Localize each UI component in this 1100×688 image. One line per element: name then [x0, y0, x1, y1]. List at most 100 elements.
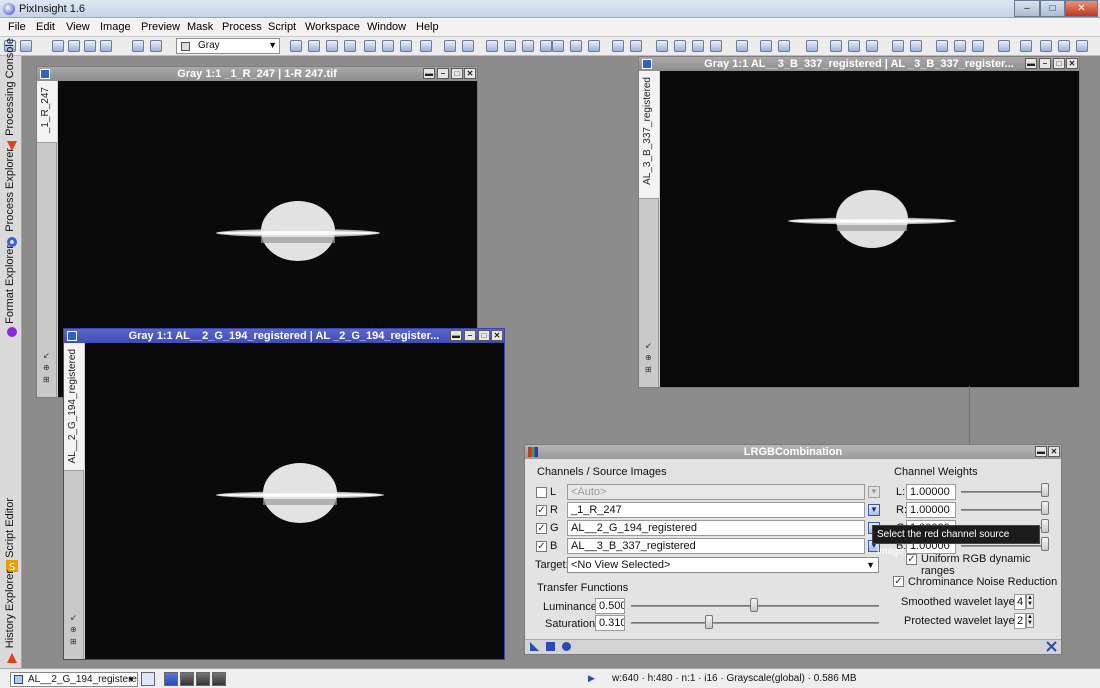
process-9-icon[interactable] [936, 40, 948, 52]
display-last-icon[interactable] [1076, 40, 1088, 52]
channel-r-source[interactable]: _1_R_247 [567, 502, 865, 518]
menu-window[interactable]: Window [367, 21, 406, 33]
maximize-button[interactable]: □ [451, 68, 463, 79]
menu-workspace[interactable]: Workspace [305, 21, 360, 33]
zoom-out-icon[interactable] [462, 40, 474, 52]
image-canvas-g[interactable] [85, 343, 504, 659]
channel-b-source[interactable]: AL__3_B_337_registered [567, 538, 865, 554]
weight-r-handle[interactable] [1041, 501, 1049, 515]
channel-1-icon[interactable] [656, 40, 668, 52]
active-view-combo[interactable]: AL__2_G_194_registered ▼ [10, 672, 138, 687]
sidebar-tab-processing-console[interactable]: Processing Console [1, 38, 21, 156]
zoom-4-icon[interactable] [540, 40, 552, 52]
minimize-button[interactable]: – [464, 330, 476, 341]
new-instance-icon[interactable] [529, 641, 540, 655]
channel-3-icon[interactable] [692, 40, 704, 52]
apply-icon[interactable] [545, 641, 556, 655]
channel-r-select-button[interactable]: ▼ [868, 504, 880, 516]
lrgb-titlebar[interactable]: LRGBCombination ▬ ✕ [525, 445, 1061, 459]
image-canvas-b[interactable] [660, 71, 1079, 387]
view-tab-b[interactable]: AL_3_B_337_registered ↙ ⊕ ⊞ [639, 71, 659, 387]
undo-icon[interactable] [84, 40, 96, 52]
image-window-b-titlebar[interactable]: Gray 1:1 AL__3_B_337_registered | AL _3_… [639, 57, 1079, 71]
shade-button[interactable]: ▬ [1025, 58, 1037, 69]
maximize-button[interactable]: □ [478, 330, 490, 341]
uniform-rgb-checkbox[interactable]: ✓ [906, 554, 917, 565]
shade-button[interactable]: ▬ [450, 330, 462, 341]
view-tab-r[interactable]: _1_R_247 ↙ ⊕ ⊞ [37, 81, 57, 397]
image-window-g-titlebar[interactable]: Gray 1:1 AL__2_G_194_registered | AL _2_… [64, 329, 504, 343]
redo-icon[interactable] [100, 40, 112, 52]
smoothed-layers-spinner[interactable]: ▲ ▼ [1026, 594, 1034, 609]
window-maximize-button[interactable]: □ [1040, 0, 1065, 17]
saturation-slider[interactable] [631, 622, 879, 624]
process-8-icon[interactable] [910, 40, 922, 52]
menu-view[interactable]: View [66, 21, 90, 33]
saturation-slider-handle[interactable] [705, 615, 713, 629]
zoom-in-icon[interactable] [444, 40, 456, 52]
color-mode-combo[interactable]: Gray ▼ [176, 38, 280, 54]
process-10-icon[interactable] [954, 40, 966, 52]
channel-l-select-button[interactable]: ▼ [868, 486, 880, 498]
weight-b-handle[interactable] [1041, 537, 1049, 551]
weight-l-input[interactable]: 1.00000 [906, 484, 956, 500]
sidebar-tab-format-explorer[interactable]: Format Explorer [1, 245, 21, 342]
window-close-button[interactable]: ✕ [1065, 0, 1098, 17]
apply-global-icon[interactable] [561, 641, 572, 655]
protected-layers-input[interactable]: 2 [1014, 613, 1026, 629]
shade-button[interactable]: ▬ [423, 68, 435, 79]
menu-process[interactable]: Process [222, 21, 262, 33]
maximize-button[interactable]: □ [1053, 58, 1065, 69]
display-mode-4-icon[interactable] [212, 672, 226, 686]
display-rgb-icon[interactable] [998, 40, 1010, 52]
edit-preview-icon[interactable] [400, 40, 412, 52]
chrominance-nr-checkbox[interactable]: ✓ [893, 576, 904, 587]
process-4-icon[interactable] [830, 40, 842, 52]
display-mode-2-icon[interactable] [180, 672, 194, 686]
target-combo[interactable]: <No View Selected> ▼ [567, 557, 879, 573]
luminance-input[interactable]: 0.500 [595, 598, 625, 614]
menu-edit[interactable]: Edit [36, 21, 55, 33]
open-file-icon[interactable] [20, 40, 32, 52]
weight-b-slider[interactable] [961, 545, 1049, 547]
preview-1-icon[interactable] [552, 40, 564, 52]
select-icon[interactable] [420, 40, 432, 52]
menu-script[interactable]: Script [268, 21, 296, 33]
menu-mask[interactable]: Mask [187, 21, 213, 33]
menu-image[interactable]: Image [100, 21, 131, 33]
process-7-icon[interactable] [892, 40, 904, 52]
mask-enable-icon[interactable] [132, 40, 144, 52]
reset-icon[interactable] [1046, 641, 1057, 655]
luminance-slider-handle[interactable] [750, 598, 758, 612]
panel-shade-button[interactable]: ▬ [1035, 446, 1047, 457]
smoothed-layers-input[interactable]: 4 [1014, 594, 1026, 610]
window-minimize-button[interactable]: – [1014, 0, 1040, 17]
zoom-1-icon[interactable] [486, 40, 498, 52]
weight-r-input[interactable]: 1.00000 [906, 502, 956, 518]
preview-3-icon[interactable] [588, 40, 600, 52]
sidebar-tab-script-editor[interactable]: S Script Editor [1, 498, 21, 576]
protected-layers-spinner[interactable]: ▲ ▼ [1026, 613, 1034, 628]
sidebar-tab-history-explorer[interactable]: History Explorer [1, 570, 21, 666]
close-button[interactable]: ✕ [1066, 58, 1078, 69]
panel-close-button[interactable]: ✕ [1048, 446, 1060, 457]
display-mode-3-icon[interactable] [196, 672, 210, 686]
weight-l-handle[interactable] [1041, 483, 1049, 497]
menu-help[interactable]: Help [416, 21, 439, 33]
sidebar-tab-process-explorer[interactable]: Process Explorer [1, 148, 21, 250]
new-preview-icon[interactable] [382, 40, 394, 52]
stf-auto-icon[interactable] [630, 40, 642, 52]
channel-g-source[interactable]: AL__2_G_194_registered [567, 520, 865, 536]
image-window-g[interactable]: Gray 1:1 AL__2_G_194_registered | AL _2_… [63, 328, 505, 660]
mask-show-icon[interactable] [150, 40, 162, 52]
channel-b-checkbox[interactable]: ✓ [536, 541, 547, 552]
close-button[interactable]: ✕ [491, 330, 503, 341]
zoom-3-icon[interactable] [522, 40, 534, 52]
channel-r-checkbox[interactable]: ✓ [536, 505, 547, 516]
close-button[interactable]: ✕ [464, 68, 476, 79]
channel-4-icon[interactable] [710, 40, 722, 52]
save-as-icon[interactable] [68, 40, 80, 52]
stf-icon[interactable] [612, 40, 624, 52]
zoom-fit-icon[interactable] [326, 40, 338, 52]
view-properties-icon[interactable] [141, 672, 155, 686]
